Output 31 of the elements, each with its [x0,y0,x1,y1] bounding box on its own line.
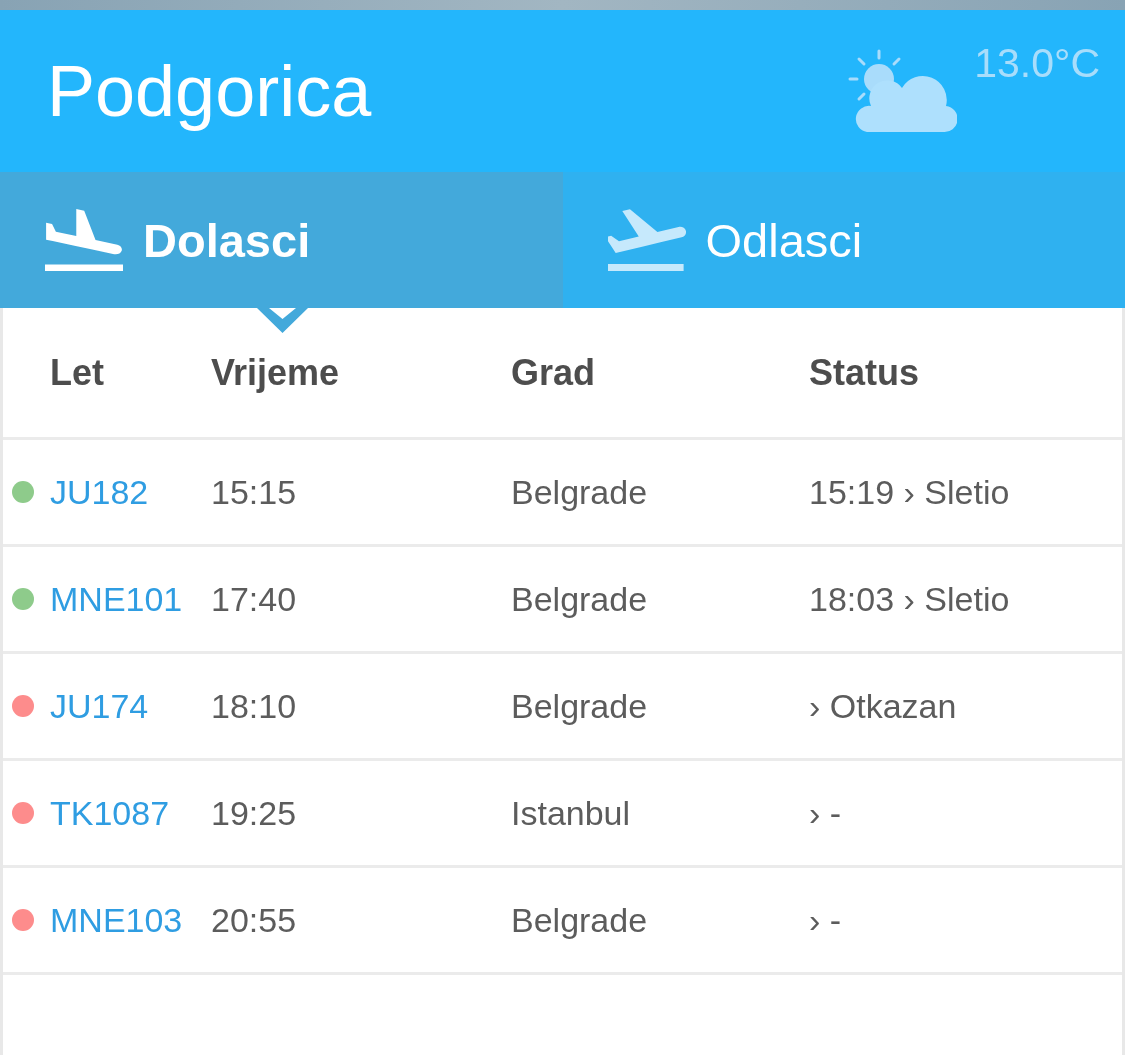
flight-link[interactable]: MNE101 [50,578,183,620]
temperature-reading: 13.0°C [974,43,1100,84]
table-cell: › - [809,899,842,941]
table-cell: 18:03 › Sletio [809,578,1010,620]
tab[interactable]: Odlasci [562,172,1125,308]
table-cell: 17:40 [211,578,297,620]
table-cell: Belgrade [511,578,648,620]
tab[interactable]: Dolasci [0,172,563,308]
plane-landing-icon [45,209,123,271]
plane-takeoff-icon [607,209,686,271]
flight-link[interactable]: JU174 [50,685,149,727]
sun-behind-cloud-icon [847,48,958,134]
table-cell: 19:25 [211,792,297,834]
table-cell: 18:10 [211,685,297,727]
table-cell: › Otkazan [809,685,957,727]
table-cell: 15:19 › Sletio [809,471,1010,513]
flight-link[interactable]: TK1087 [50,792,170,834]
table-cell: › - [809,792,842,834]
table-cell: Belgrade [511,471,648,513]
table-cell: Belgrade [511,685,648,727]
table-cell: Belgrade [511,899,648,941]
column-header: Status [809,350,920,395]
column-header: Vrijeme [211,350,340,395]
column-header: Let [50,350,104,395]
column-header: Grad [511,350,596,395]
table-cell: Istanbul [511,792,631,834]
table-cell: 15:15 [211,471,297,513]
tab-pointer-icon [257,308,308,333]
flight-link[interactable]: MNE103 [50,899,183,941]
flight-link[interactable]: JU182 [50,471,149,513]
table-cell: 20:55 [211,899,297,941]
